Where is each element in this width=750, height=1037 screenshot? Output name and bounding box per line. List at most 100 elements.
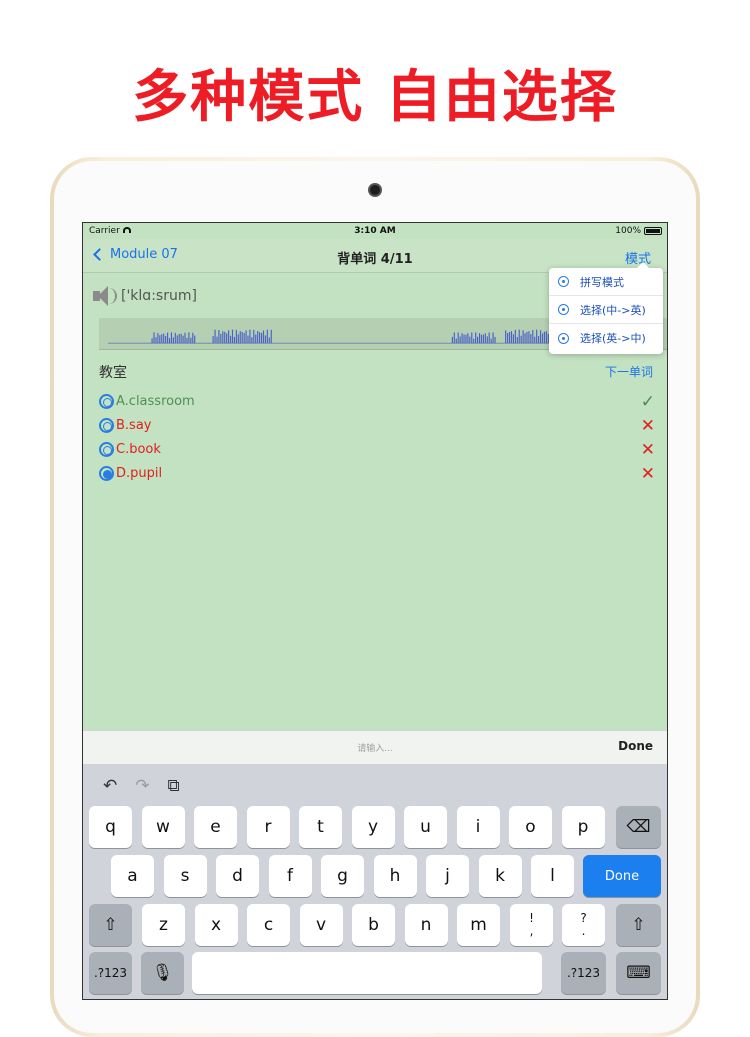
space-key[interactable]	[192, 952, 542, 994]
waveform-bar	[239, 331, 241, 344]
waveform-bar	[229, 335, 232, 344]
key-e[interactable]: e	[194, 806, 237, 848]
key-u[interactable]: u	[404, 806, 447, 848]
input-bar: 请输入... Done	[83, 730, 667, 764]
waveform-bar	[484, 333, 486, 344]
waveform-bar	[494, 336, 496, 344]
key-n[interactable]: n	[404, 904, 448, 946]
next-word-button[interactable]: 下一单词	[605, 363, 653, 380]
menu-item-label: 拼写模式	[580, 275, 624, 289]
waveform-bar	[490, 338, 492, 344]
menu-item-en-cn[interactable]: 选择(英->中)	[549, 324, 663, 352]
option-d[interactable]: D.pupil ✕	[99, 461, 655, 485]
option-a[interactable]: A.classroom ✓	[99, 389, 655, 413]
waveform-bar	[471, 332, 473, 344]
waveform-bar	[188, 332, 190, 344]
hide-keyboard-key[interactable]: ⌨	[616, 952, 661, 994]
waveform-bar	[465, 334, 467, 344]
key-o[interactable]: o	[509, 806, 552, 848]
page-title: 背单词 4/11	[337, 252, 413, 267]
key-b[interactable]: b	[352, 904, 395, 946]
waveform-bar	[473, 338, 475, 344]
waveform-bar	[532, 329, 534, 344]
key-q[interactable]: q	[89, 806, 132, 848]
key-t[interactable]: t	[299, 806, 342, 848]
redo-icon[interactable]: ↷	[135, 776, 149, 796]
waveform-bar	[172, 337, 174, 344]
menu-item-label: 选择(中->英)	[580, 303, 646, 317]
waveform-bar	[518, 329, 520, 344]
waveform-bar	[194, 335, 196, 344]
key-glyph: .	[581, 924, 586, 938]
backspace-key[interactable]: ⌫	[616, 806, 661, 848]
undo-icon[interactable]: ↶	[103, 776, 117, 796]
option-label: C.book	[116, 441, 161, 457]
key-a[interactable]: a	[111, 855, 154, 897]
key-c[interactable]: c	[247, 904, 290, 946]
key-m[interactable]: m	[457, 904, 500, 946]
waveform-bar	[192, 332, 194, 344]
key-l[interactable]: l	[531, 855, 574, 897]
key-y[interactable]: y	[351, 806, 395, 848]
option-b[interactable]: B.say ✕	[99, 413, 655, 437]
key-k[interactable]: k	[478, 855, 522, 897]
key-question-period[interactable]: ?.	[562, 904, 605, 946]
key-w[interactable]: w	[141, 806, 185, 848]
key-z[interactable]: z	[142, 904, 185, 946]
option-label: A.classroom	[116, 393, 195, 409]
key-f[interactable]: f	[268, 855, 312, 897]
key-exclaim-comma[interactable]: !,	[510, 904, 553, 946]
waveform-bar	[222, 331, 224, 344]
radio-icon	[99, 417, 114, 433]
waveform-bar	[243, 333, 245, 344]
key-glyph: ,	[529, 924, 534, 938]
keyboard: ↶ ↷ ⧉ q w e r t y u i o p ⌫ a s d f g h j k l Done ⇧ z x c v b n m!,…	[83, 764, 667, 999]
waveform-bar	[180, 333, 182, 344]
paste-icon[interactable]: ⧉	[168, 776, 180, 796]
waveform-bar	[543, 331, 546, 344]
waveform-bar	[539, 330, 542, 344]
shift-key-left[interactable]: ⇧	[89, 904, 132, 946]
waveform-bar	[170, 332, 173, 344]
key-d[interactable]: d	[216, 855, 259, 897]
waveform-bar	[237, 334, 239, 344]
answer-input[interactable]: 请输入...	[83, 741, 667, 754]
waveform-bar	[184, 332, 186, 344]
waveform-bar	[247, 335, 249, 344]
radio-selected-icon	[99, 465, 114, 481]
key-v[interactable]: v	[299, 904, 343, 946]
app-screen: Carrier 3:10 AM 100% Module 07 背单词 4/11 …	[82, 222, 668, 1000]
waveform-bar	[245, 330, 247, 344]
waveform-bar	[505, 330, 507, 344]
word-pronunciation: ['klɑ:srum]	[93, 285, 197, 307]
microphone-key[interactable]: 🎙	[141, 952, 184, 994]
done-key[interactable]: Done	[583, 855, 661, 897]
waveform-bar	[182, 335, 184, 344]
waveform-bar	[190, 337, 192, 344]
key-r[interactable]: r	[246, 806, 290, 848]
waveform-bar	[216, 336, 218, 344]
waveform-bar	[251, 337, 253, 344]
key-p[interactable]: p	[561, 806, 605, 848]
key-i[interactable]: i	[456, 806, 500, 848]
speaker-icon[interactable]	[93, 285, 117, 307]
waveform-bar	[459, 336, 461, 344]
menu-item-spelling[interactable]: 拼写模式	[549, 268, 663, 296]
key-j[interactable]: j	[426, 855, 469, 897]
menu-item-cn-en[interactable]: 选择(中->英)	[549, 296, 663, 324]
headline: 多种模式 自由选择	[132, 65, 618, 130]
numbers-key-right[interactable]: .?123	[561, 952, 606, 994]
numbers-key-left[interactable]: .?123	[89, 952, 132, 994]
input-done-button[interactable]: Done	[618, 739, 653, 753]
key-g[interactable]: g	[321, 855, 364, 897]
battery-icon	[644, 227, 662, 235]
waveform-bar	[463, 334, 465, 344]
shift-key-right[interactable]: ⇧	[616, 904, 661, 946]
key-x[interactable]: x	[194, 904, 238, 946]
answer-options: A.classroom ✓ B.say ✕ C.book ✕ D.pupil ✕	[99, 389, 655, 485]
waveform-bar	[176, 335, 178, 344]
option-c[interactable]: C.book ✕	[99, 437, 655, 461]
waveform-bar	[228, 330, 230, 344]
key-h[interactable]: h	[373, 855, 417, 897]
key-s[interactable]: s	[163, 855, 207, 897]
